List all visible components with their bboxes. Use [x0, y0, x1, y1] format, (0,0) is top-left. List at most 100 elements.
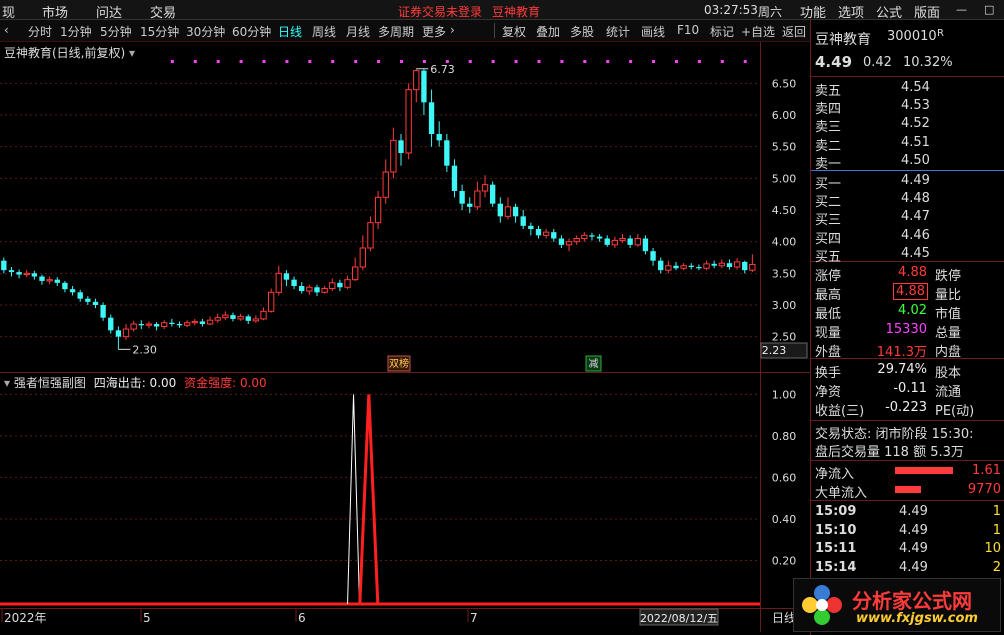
- candle-body: [77, 292, 83, 299]
- candle-body: [696, 267, 702, 269]
- candle-body: [711, 263, 717, 266]
- tab-period-fenshi[interactable]: 分时: [28, 23, 52, 40]
- tab-period-multi[interactable]: 多周期: [378, 23, 414, 40]
- tick-price: 4.49: [899, 541, 928, 556]
- tool-fuquan-button[interactable]: 复权: [502, 23, 526, 40]
- after-hours-text: 盘后交易量 118 额 5.3万: [815, 445, 964, 460]
- signal-dot: [308, 60, 312, 63]
- panel-divider: [811, 460, 1004, 461]
- tab-period-5min[interactable]: 5分钟: [100, 23, 132, 40]
- main-chart-title[interactable]: 豆神教育(日线,前复权) ▾: [4, 44, 135, 61]
- candle-body: [467, 203, 473, 207]
- stat-row: 现量 15330 总量: [815, 321, 1001, 341]
- candle-body: [658, 260, 664, 271]
- menu-item-wenda[interactable]: 问达: [96, 2, 122, 21]
- candle-body: [69, 289, 76, 293]
- tab-period-monthly[interactable]: 月线: [346, 23, 370, 40]
- candle-body: [504, 206, 512, 217]
- signal-dot: [743, 60, 747, 63]
- signal-dot: [491, 60, 495, 63]
- menu-item-layout[interactable]: 版面: [914, 2, 940, 21]
- candle-body: [153, 324, 160, 327]
- tool-add-favorite-button[interactable]: +自选: [741, 23, 775, 40]
- signal-dot: [720, 60, 724, 63]
- menu-item-xian[interactable]: 现: [2, 2, 15, 21]
- stat-label: 换手: [815, 366, 842, 381]
- candle-body: [359, 247, 366, 268]
- candle-body: [352, 266, 359, 281]
- kline-chart[interactable]: 6.50 6.00 5.50 5.00 4.50 4.00 3.50 3.00 2.50 1.00…: [0, 42, 810, 632]
- tool-draw-button[interactable]: 画线: [641, 23, 665, 40]
- tick-row: 15:09 4.49 1: [815, 503, 1001, 521]
- nav-left-icon[interactable]: ‹: [4, 23, 9, 37]
- net-inflow-bar: [895, 467, 953, 474]
- tool-mark-button[interactable]: 标记: [710, 23, 734, 40]
- stat-row: 最低 4.02 市值: [815, 302, 1001, 322]
- tab-period-60min[interactable]: 60分钟: [232, 23, 271, 40]
- indicator-options-icon[interactable]: ▾: [4, 376, 10, 390]
- price-tick-label: 5.50: [772, 141, 797, 154]
- signal-dot: [216, 60, 220, 63]
- candle-body: [733, 261, 741, 268]
- restore-icon[interactable]: □: [984, 3, 994, 16]
- indicator-title[interactable]: ▾ 强者恒强副图 四海出击: 0.00 资金强度: 0.00: [4, 374, 267, 391]
- candle-body: [367, 222, 374, 249]
- tab-period-15min[interactable]: 15分钟: [140, 23, 179, 40]
- menu-item-options[interactable]: 选项: [838, 2, 864, 21]
- tab-period-daily[interactable]: 日线: [278, 23, 302, 40]
- tab-period-30min[interactable]: 30分钟: [186, 23, 225, 40]
- stat-row: 最高 4.88 量比: [815, 283, 1001, 303]
- candle-body: [726, 263, 733, 267]
- bid-label: 买一: [815, 177, 842, 192]
- signal-dot: [674, 60, 678, 63]
- tick-row: 15:10 4.49 1: [815, 522, 1001, 540]
- tool-stats-button[interactable]: 统计: [606, 23, 630, 40]
- period-toolbar: ‹ 分时 1分钟 5分钟 15分钟 30分钟 60分钟 日线 周线 月线 多周期…: [0, 20, 810, 42]
- login-warning[interactable]: 证券交易未登录: [398, 3, 482, 20]
- stock-code-tag: R: [937, 28, 944, 39]
- menu-item-trade[interactable]: 交易: [150, 2, 176, 21]
- last-price: 4.49: [815, 53, 853, 71]
- more-arrow-icon[interactable]: ›: [450, 23, 455, 37]
- candle-body: [604, 238, 610, 245]
- stat-value: 29.74%: [877, 362, 927, 377]
- tool-back-button[interactable]: 返回: [782, 23, 806, 40]
- indicator-name: 强者恒强副图: [13, 376, 86, 390]
- bid-price: 4.45: [901, 245, 930, 261]
- ask-row: 卖三 4.52: [815, 115, 1001, 135]
- ask-price: 4.50: [901, 152, 930, 168]
- tab-period-more[interactable]: 更多: [422, 23, 446, 40]
- quote-panel: 豆神教育 300010 R 4.49 0.42 10.32% 交易状态: 闭市阶…: [810, 20, 1004, 635]
- menu-item-function[interactable]: 功能: [800, 2, 826, 21]
- bid-price: 4.48: [901, 191, 930, 207]
- tab-period-weekly[interactable]: 周线: [312, 23, 336, 40]
- price-tick-label: 2.50: [772, 331, 797, 344]
- candle-body: [619, 238, 626, 241]
- cursor-date-label: 2022/08/12/五: [640, 612, 718, 625]
- candle-body: [344, 279, 351, 288]
- signal-dot: [400, 60, 404, 63]
- xaxis-label: 7: [470, 611, 478, 625]
- signal-dot: [606, 60, 610, 63]
- candle-body: [92, 301, 99, 305]
- candle-body: [314, 287, 320, 293]
- candle-body: [222, 314, 229, 319]
- ask-row: 卖四 4.53: [815, 97, 1001, 117]
- menu-bar: 现 市场 问达 交易 证券交易未登录 豆神教育 03:27:53 周六 功能 选…: [0, 0, 1004, 21]
- candle-body: [8, 270, 15, 273]
- tool-overlay-button[interactable]: 叠加: [536, 23, 560, 40]
- minimize-icon[interactable]: —: [956, 3, 967, 16]
- chart-options-icon[interactable]: ▾: [129, 46, 135, 60]
- tab-period-1min[interactable]: 1分钟: [60, 23, 92, 40]
- menu-item-formula[interactable]: 公式: [876, 2, 902, 21]
- indicator-series-2: 资金强度: 0.00: [184, 376, 267, 390]
- signal-dot: [170, 60, 174, 63]
- candle-body: [260, 310, 267, 320]
- menu-item-market[interactable]: 市场: [42, 2, 68, 21]
- stat-label: 净资: [815, 385, 842, 400]
- big-inflow-label: 大单流入: [815, 486, 868, 501]
- tool-multistock-button[interactable]: 多股: [570, 23, 594, 40]
- tool-f10-button[interactable]: F10: [677, 23, 699, 37]
- candle-body: [46, 279, 53, 282]
- tick-time: 15:11: [815, 541, 857, 556]
